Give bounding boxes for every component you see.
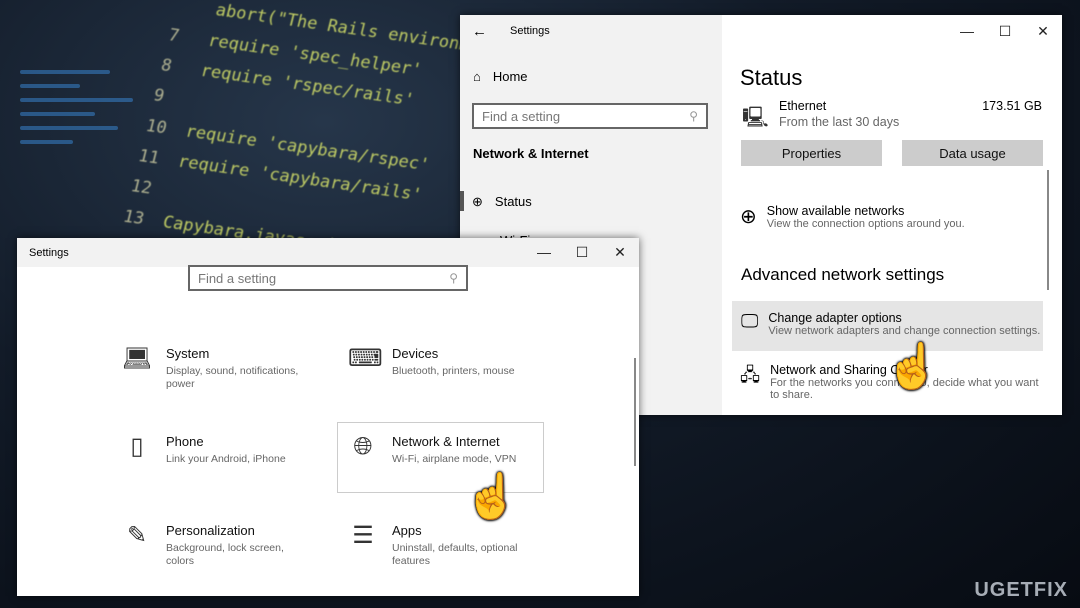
advanced-heading: Advanced network settings xyxy=(741,265,945,284)
tile-name: Personalization xyxy=(166,523,255,538)
tile-name: Network & Internet xyxy=(392,434,500,449)
search-icon: ⚲ xyxy=(449,271,458,285)
adapter-icon: 🖵 xyxy=(741,311,759,331)
caption-buttons: — ☐ ✕ xyxy=(525,236,639,268)
tile-desc: Background, lock screen, colors xyxy=(166,542,284,567)
adapter-sub: View network adapters and change connect… xyxy=(768,325,1041,337)
section-title: Network & Internet xyxy=(473,146,589,161)
close-icon[interactable]: ✕ xyxy=(601,236,639,268)
tile-system[interactable]: 💻︎ System Display, sound, notifications, p… xyxy=(122,346,306,391)
line-number xyxy=(175,10,215,16)
tile-desc: Uninstall, defaults, optional features xyxy=(392,542,518,567)
window-title: Settings xyxy=(29,247,69,259)
ethernet-sub: From the last 30 days xyxy=(779,115,900,129)
back-arrow-icon[interactable]: ← xyxy=(472,23,487,40)
show-networks-title: Show available networks xyxy=(766,204,905,218)
phone-icon: ▯ xyxy=(130,433,144,460)
properties-button[interactable]: Properties xyxy=(741,140,882,166)
tile-desc: Bluetooth, printers, mouse xyxy=(392,365,515,377)
tile-desc: Wi-Fi, airplane mode, VPN xyxy=(392,453,517,465)
watermark-logo: UGETFIX xyxy=(974,579,1068,601)
adapter-title: Change adapter options xyxy=(768,311,902,325)
nav-home-label: Home xyxy=(492,69,528,84)
maximize-icon[interactable]: ☐ xyxy=(563,236,601,268)
search-icon: ⚲ xyxy=(689,109,698,123)
hand-cursor-icon: ☝ xyxy=(885,342,940,391)
sharing-icon: 🖧 xyxy=(740,365,761,385)
tile-personalization[interactable]: ✎ Personalization Background, lock screen,… xyxy=(122,523,306,568)
tile-name: Devices xyxy=(392,346,439,361)
nav-status-label: Status xyxy=(494,194,532,209)
scrollbar[interactable] xyxy=(634,358,636,466)
search-input[interactable]: Find a setting ⚲ xyxy=(472,103,708,129)
tile-name: System xyxy=(166,346,210,361)
tile-desc: Display, sound, notifications, power xyxy=(166,365,299,390)
page-title: Status xyxy=(740,65,803,90)
caption-buttons: — ☐ ✕ xyxy=(948,15,1062,47)
tile-apps[interactable]: ☰ Apps Uninstall, defaults, optional featu… xyxy=(348,523,532,568)
home-icon: ⌂ xyxy=(473,69,481,84)
search-input[interactable]: Find a setting ⚲ xyxy=(188,265,468,291)
show-networks-link[interactable]: ⊕ Show available networks View the connec… xyxy=(740,204,965,230)
window-title: Settings xyxy=(510,25,550,37)
show-networks-sub: View the connection options around you. xyxy=(766,218,965,230)
data-usage-button[interactable]: Data usage xyxy=(902,140,1043,166)
tile-name: Phone xyxy=(166,434,204,449)
selected-indicator xyxy=(460,191,464,211)
minimize-icon[interactable]: — xyxy=(948,15,986,47)
maximize-icon[interactable]: ☐ xyxy=(986,15,1024,47)
nav-home[interactable]: ⌂ Home xyxy=(473,69,528,84)
personalization-icon: ✎ xyxy=(126,522,148,549)
settings-window: Settings — ☐ ✕ Find a setting ⚲ 💻︎ System Dis… xyxy=(17,238,639,596)
search-placeholder: Find a setting xyxy=(198,270,277,286)
scrollbar[interactable] xyxy=(1047,170,1049,290)
tile-desc: Link your Android, iPhone xyxy=(166,453,286,465)
devices-icon: ⌨ xyxy=(348,345,383,372)
globe-icon: ⊕ xyxy=(740,206,757,228)
tile-phone[interactable]: ▯ Phone Link your Android, iPhone xyxy=(122,434,306,466)
apps-icon: ☰ xyxy=(352,522,374,549)
globe-icon: ⊕ xyxy=(472,194,483,209)
title-bar: Settings — ☐ ✕ xyxy=(17,238,639,267)
tile-network-internet[interactable]: 🌐︎ Network & Internet Wi-Fi, airplane mode… xyxy=(348,434,532,466)
laptop-icon: 💻︎ xyxy=(122,345,153,372)
globe-icon: 🌐︎ xyxy=(353,433,373,460)
minimize-icon[interactable]: — xyxy=(525,236,563,268)
hand-cursor-icon: ☝ xyxy=(464,472,519,521)
close-icon[interactable]: ✕ xyxy=(1024,15,1062,47)
tile-name: Apps xyxy=(392,523,422,538)
search-placeholder: Find a setting xyxy=(482,108,561,124)
ethernet-name: Ethernet xyxy=(779,99,827,113)
nav-status[interactable]: ⊕ Status xyxy=(472,194,532,210)
ethernet-usage: 173.51 GB xyxy=(982,99,1042,113)
ethernet-icon: 🖳 xyxy=(742,107,769,129)
tile-devices[interactable]: ⌨ Devices Bluetooth, printers, mouse xyxy=(348,346,532,378)
